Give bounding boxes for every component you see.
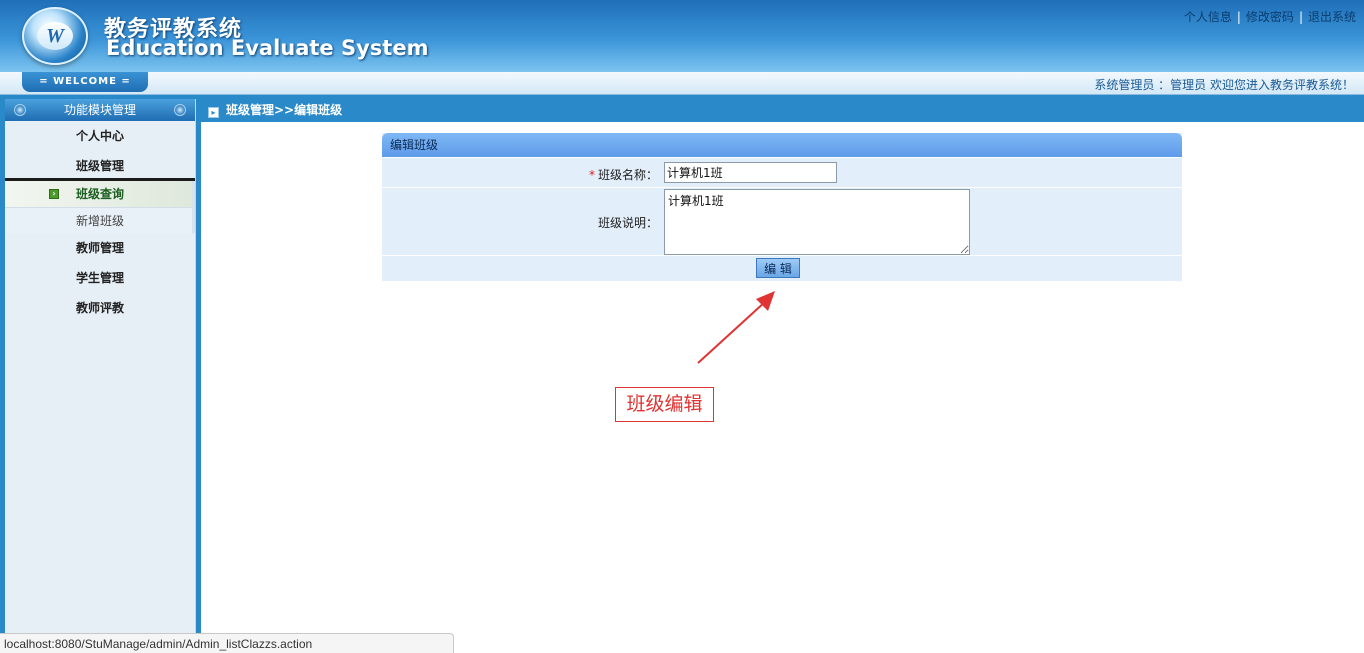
sidebar-subitem-add-class[interactable]: 新增班级 bbox=[5, 207, 192, 233]
sidebar-header-dot-icon bbox=[14, 104, 26, 116]
sidebar-item-class-management[interactable]: 班级管理 bbox=[5, 151, 195, 181]
annotation-arrow-icon bbox=[697, 291, 775, 364]
browser-status-url: localhost:8080/StuManage/admin/Admin_lis… bbox=[0, 633, 454, 653]
arrow-right-icon: › bbox=[49, 189, 59, 199]
panel-title: 编辑班级 bbox=[382, 133, 1182, 157]
welcome-strip: = WELCOME = 系统管理员 ：管理员 欢迎您进入教务评教系统！ bbox=[0, 72, 1364, 95]
breadcrumb: ▸ 班级管理>>编辑班级 bbox=[201, 99, 1364, 122]
sidebar-item-teacher-evaluation[interactable]: 教师评教 bbox=[5, 293, 195, 323]
class-name-label-text: 班级名称： bbox=[597, 168, 658, 182]
breadcrumb-text: 班级管理>>编辑班级 bbox=[226, 103, 343, 117]
form-row-class-desc: 班级说明： 计算机1班 bbox=[382, 187, 1182, 255]
form-row-class-name: * 班级名称： bbox=[382, 157, 1182, 187]
sidebar-item-student-management[interactable]: 学生管理 bbox=[5, 263, 195, 293]
app-header: W 教务评教系统 Education Evaluate System 个人信息 |… bbox=[0, 0, 1364, 72]
sidebar-header-dot-icon bbox=[174, 104, 186, 116]
sidebar-subitem-label: 班级查询 bbox=[76, 187, 125, 201]
logo-letter: W bbox=[37, 22, 73, 50]
class-desc-label: 班级说明： bbox=[597, 216, 658, 230]
sidebar-title: 功能模块管理 bbox=[63, 103, 136, 117]
sidebar-header: 功能模块管理 bbox=[5, 99, 195, 121]
logo-icon: W bbox=[22, 7, 88, 65]
profile-link[interactable]: 个人信息 bbox=[1184, 10, 1232, 24]
class-name-label: * 班级名称： bbox=[382, 166, 658, 183]
sidebar: 功能模块管理 个人中心 班级管理 › 班级查询 新增班级 教师管理 学生管理 教… bbox=[5, 99, 196, 653]
class-desc-textarea[interactable]: 计算机1班 bbox=[664, 189, 970, 255]
class-name-input[interactable] bbox=[664, 162, 837, 183]
sidebar-subitem-class-query[interactable]: › 班级查询 bbox=[5, 181, 192, 207]
sidebar-item-teacher-management[interactable]: 教师管理 bbox=[5, 233, 195, 263]
link-separator: | bbox=[1298, 10, 1303, 24]
class-submenu: › 班级查询 新增班级 bbox=[5, 181, 195, 233]
breadcrumb-arrow-icon: ▸ bbox=[208, 107, 219, 118]
welcome-message: 系统管理员 ：管理员 欢迎您进入教务评教系统！ bbox=[1094, 78, 1354, 92]
sidebar-item-personal-center[interactable]: 个人中心 bbox=[5, 121, 195, 151]
link-separator: | bbox=[1236, 10, 1241, 24]
welcome-tab: = WELCOME = bbox=[22, 72, 148, 92]
edit-class-panel: 编辑班级 *班级名称： 班级说明： 计算机1班 编 辑 bbox=[382, 133, 1182, 281]
main-content: ▸ 班级管理>>编辑班级 编辑班级 *班级名称： 班级说明： 计算机1班 编 辑 bbox=[200, 99, 1364, 653]
annotation-label: 班级编辑 bbox=[615, 387, 714, 422]
app-title-en: Education Evaluate System bbox=[106, 36, 429, 60]
top-links: 个人信息 | 修改密码 | 退出系统 bbox=[1184, 8, 1356, 25]
change-password-link[interactable]: 修改密码 bbox=[1246, 10, 1294, 24]
logout-link[interactable]: 退出系统 bbox=[1308, 10, 1356, 24]
form-row-actions: 编 辑 bbox=[382, 255, 1182, 281]
edit-submit-button[interactable]: 编 辑 bbox=[756, 258, 800, 278]
required-mark: * bbox=[588, 168, 595, 182]
